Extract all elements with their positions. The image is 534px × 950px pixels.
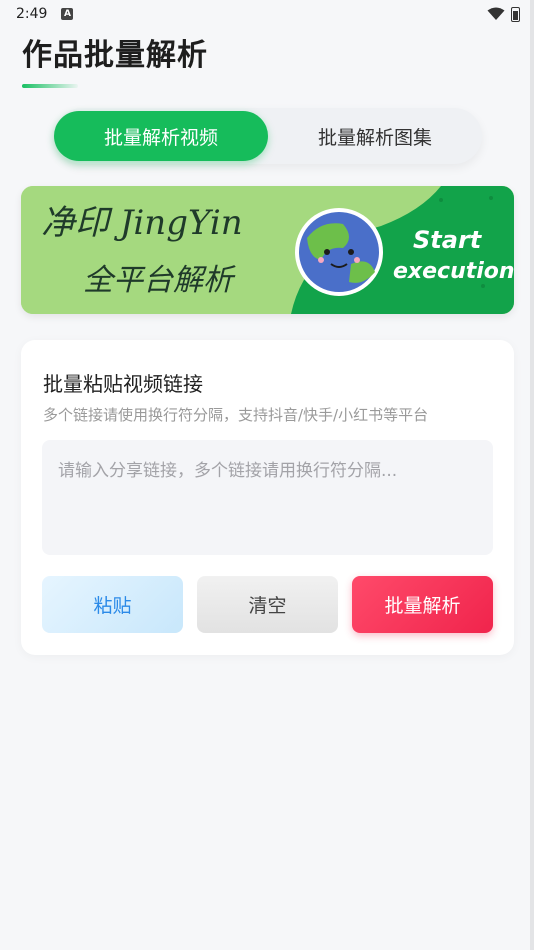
batch-link-card: 批量粘贴视频链接 多个链接请使用换行符分隔，支持抖音/快手/小红书等平台 粘贴 … [21,340,514,655]
title-underline [22,84,78,88]
battery-icon [511,6,520,22]
batch-parse-button[interactable]: 批量解析 [352,576,493,633]
tab-batch-video[interactable]: 批量解析视频 [54,111,268,161]
banner-platform-text: 全平台解析 [83,263,236,298]
clear-button[interactable]: 清空 [197,576,338,633]
banner-artwork: 净印 JingYin 全平台解析 Start execution [21,186,514,314]
banner-cta-start: Start [413,226,483,254]
wifi-icon [487,7,505,20]
status-bar: 2:49 A [0,0,534,28]
status-right-group [487,6,520,22]
card-subtitle: 多个链接请使用换行符分隔，支持抖音/快手/小红书等平台 [43,406,429,424]
link-input[interactable] [42,440,493,555]
banner-cta-execution: execution [393,259,514,284]
tab-switch: 批量解析视频 批量解析图集 [54,108,482,164]
page-title: 作品批量解析 [22,38,208,73]
paste-button[interactable]: 粘贴 [42,576,183,633]
banner-brand-text: 净印 JingYin [41,203,243,243]
earth-mascot-icon [295,208,383,296]
promo-banner: 净印 JingYin 全平台解析 Start execution [21,186,514,314]
scrollbar[interactable] [530,0,534,950]
status-time: 2:49 [16,6,48,22]
notification-a-icon: A [61,8,74,20]
card-title: 批量粘贴视频链接 [43,372,203,396]
tab-batch-gallery[interactable]: 批量解析图集 [268,111,482,161]
